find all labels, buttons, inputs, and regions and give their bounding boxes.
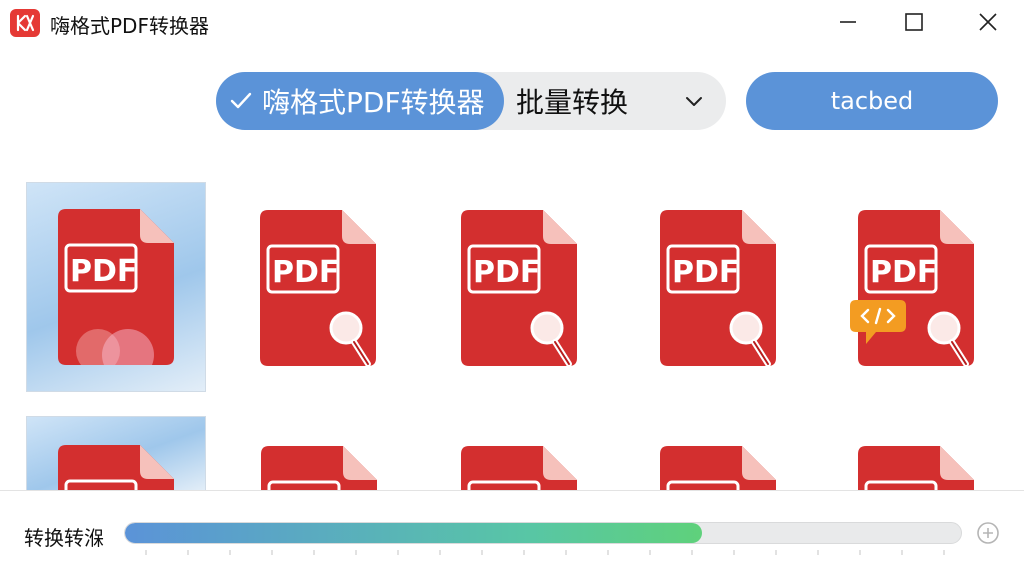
pdf-tile-1[interactable]: PDF: [26, 182, 206, 392]
mode-tab-batch[interactable]: 批量转换: [516, 72, 628, 130]
pdf-tile-8[interactable]: PDF: [430, 430, 608, 490]
mode-tab-converter-label: 嗨格式PDF转换器: [262, 86, 485, 119]
pdf-tile-10[interactable]: PDF: [830, 430, 1008, 490]
svg-text:PDF: PDF: [473, 255, 540, 290]
add-button[interactable]: [976, 521, 1000, 545]
svg-text:PDF: PDF: [870, 255, 937, 290]
maximize-icon: [905, 13, 923, 31]
pdf-file-icon: PDF: [858, 446, 974, 490]
progress-fill: [125, 523, 702, 543]
app-logo-icon: [10, 9, 40, 37]
pdf-tile-5[interactable]: PDF: [830, 196, 1008, 380]
svg-text:PDF: PDF: [672, 255, 739, 290]
pdf-label: PDF: [70, 254, 137, 289]
progress-tick-marks: [145, 550, 945, 555]
pdf-tile-9[interactable]: PDF: [630, 430, 808, 490]
mode-dropdown-button[interactable]: [674, 90, 714, 114]
maximize-button[interactable]: [894, 4, 934, 40]
pdf-tile-7[interactable]: PDF: [230, 430, 408, 490]
pdf-file-search-icon: PDF: [260, 210, 378, 368]
pdf-file-icon: PDF: [461, 446, 577, 490]
close-icon: [979, 13, 997, 31]
primary-action-button[interactable]: tacbed: [746, 72, 998, 130]
pdf-file-icon: PDF: [261, 446, 377, 490]
pdf-tile-4[interactable]: PDF: [630, 196, 808, 380]
check-icon: [230, 92, 252, 109]
pdf-tile-2[interactable]: PDF: [230, 196, 408, 380]
minimize-button[interactable]: [828, 4, 868, 40]
plus-circle-icon: [977, 522, 999, 544]
mode-switch: 嗨格式PDF转换器 批量转换: [216, 72, 726, 130]
pdf-file-code-icon: PDF: [850, 210, 976, 368]
conversion-progress-bar: [124, 522, 962, 544]
minimize-icon: [840, 21, 856, 23]
progress-label: 转换转湺: [24, 526, 104, 550]
title-bar: 嗨格式PDF转换器: [0, 0, 1024, 46]
pdf-file-search-icon: PDF: [660, 210, 778, 368]
pdf-file-icon: PDF: [58, 445, 174, 491]
pdf-file-search-icon: PDF: [461, 210, 579, 368]
svg-text:PDF: PDF: [272, 255, 339, 290]
mode-tab-converter[interactable]: 嗨格式PDF转换器: [216, 72, 504, 130]
close-button[interactable]: [968, 4, 1008, 40]
pdf-file-icon: PDF: [58, 209, 174, 365]
window-title: 嗨格式PDF转换器: [50, 14, 209, 38]
pdf-tile-3[interactable]: PDF: [430, 196, 608, 380]
pdf-file-icon: PDF: [660, 446, 776, 490]
pdf-tile-6[interactable]: PDF: [26, 416, 206, 491]
chevron-down-icon: [686, 97, 702, 106]
